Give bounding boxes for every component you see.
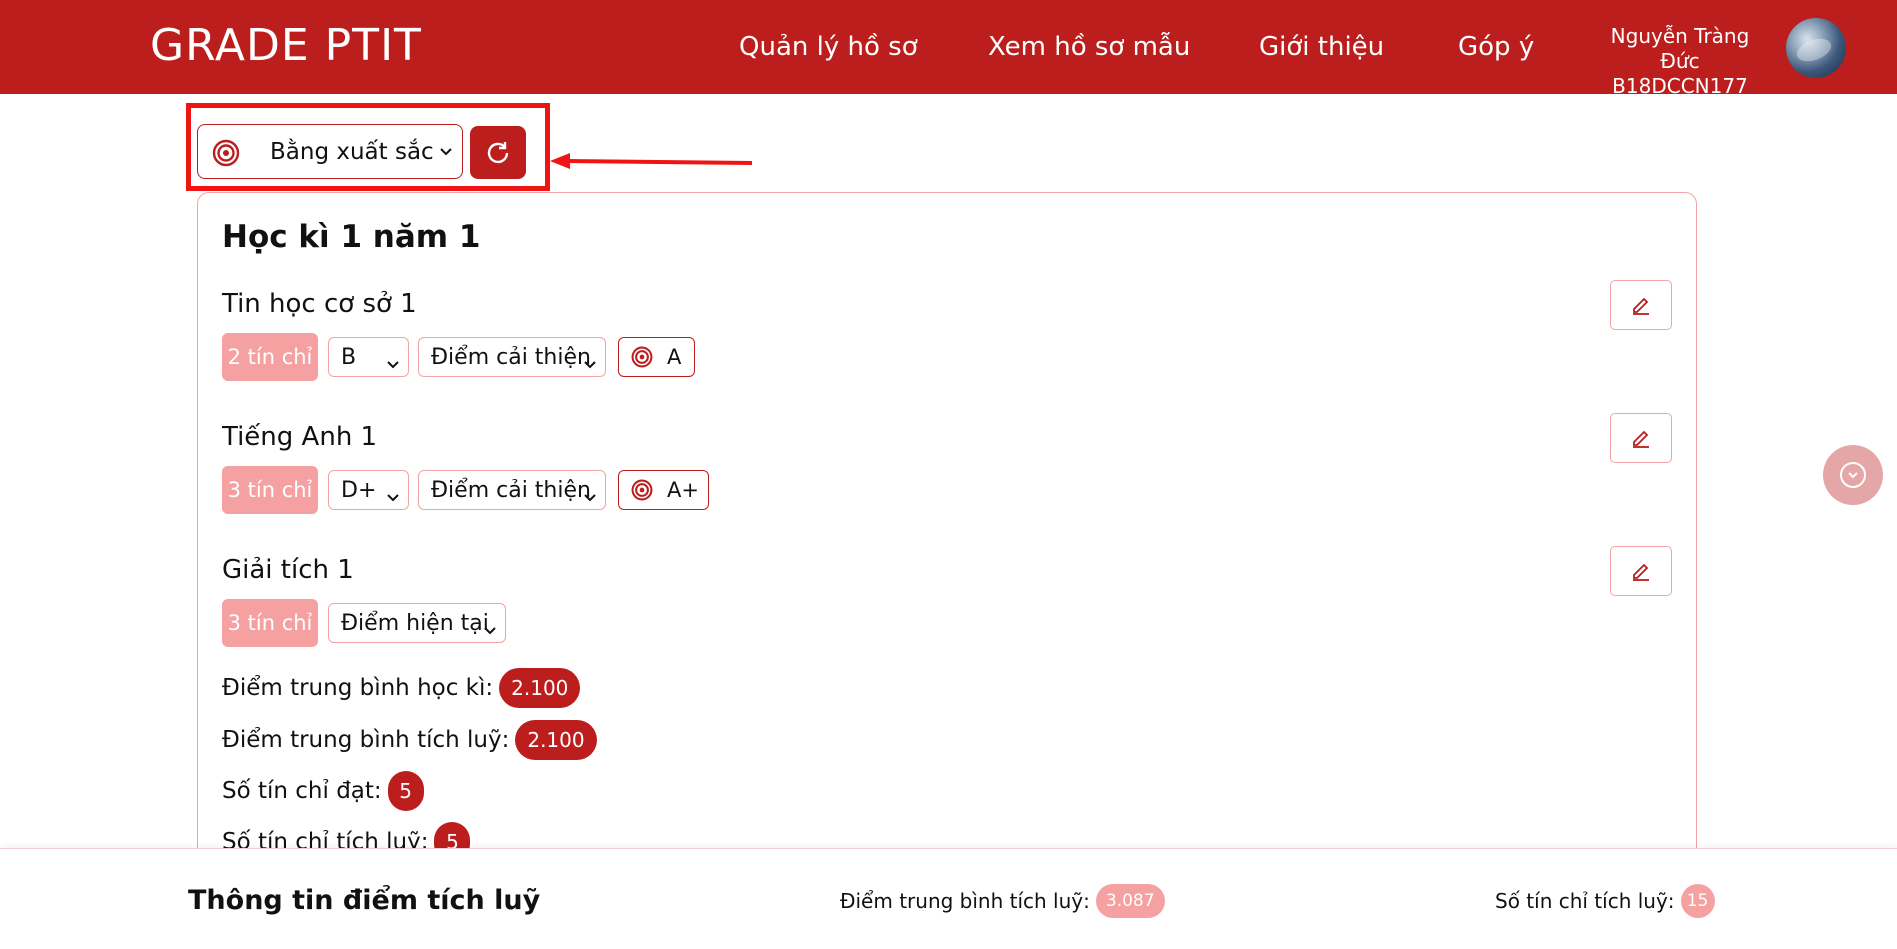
cumulative-gpa-badge: 2.100 <box>515 720 597 760</box>
footer-cumulative-credits: Số tín chỉ tích luỹ: 15 <box>1495 884 1715 918</box>
mode-select-value: Điểm cải thiện <box>431 477 591 503</box>
target-icon <box>212 139 240 171</box>
pencil-icon <box>1633 563 1649 581</box>
chevron-down-icon <box>483 618 497 643</box>
footer-title: Thông tin điểm tích luỹ <box>188 885 541 916</box>
avatar[interactable] <box>1786 18 1846 78</box>
mode-select[interactable]: Điểm cải thiện <box>418 470 606 510</box>
target-icon <box>631 346 653 368</box>
nav-sample-profile[interactable]: Xem hồ sơ mẫu <box>988 32 1190 62</box>
grade-select[interactable]: D+ <box>328 470 409 510</box>
credit-chip: 3 tín chỉ <box>222 599 318 647</box>
refresh-icon <box>487 141 509 163</box>
user-name: Nguyễn Tràng Đức <box>1610 24 1750 73</box>
footer-gpa-label: Điểm trung bình tích luỹ: <box>840 889 1090 913</box>
goal-select[interactable]: Bằng xuất sắc <box>197 124 463 179</box>
credits-passed: Số tín chỉ đạt: 5 <box>222 771 424 811</box>
mode-select[interactable]: Điểm hiện tại <box>328 603 506 643</box>
target-grade-value: A <box>667 345 682 369</box>
edit-button[interactable] <box>1610 280 1672 330</box>
credit-chip: 2 tín chỉ <box>222 333 318 381</box>
scroll-down-button[interactable] <box>1823 445 1883 505</box>
subject-name: Tin học cơ sở 1 <box>222 289 417 319</box>
chevron-down-icon <box>583 485 597 510</box>
mode-select-value: Điểm cải thiện <box>431 344 591 370</box>
mode-select[interactable]: Điểm cải thiện <box>418 337 606 377</box>
footer-credits-label: Số tín chỉ tích luỹ: <box>1495 889 1675 913</box>
nav-manage-profile[interactable]: Quản lý hồ sơ <box>739 32 918 62</box>
credit-chip: 3 tín chỉ <box>222 466 318 514</box>
target-grade-value: A+ <box>667 478 699 502</box>
chevron-down-icon <box>1840 462 1866 488</box>
credits-passed-label: Số tín chỉ đạt: <box>222 778 382 804</box>
cumulative-gpa-label: Điểm trung bình tích luỹ: <box>222 727 510 753</box>
pencil-icon <box>1633 297 1649 315</box>
edit-button[interactable] <box>1610 546 1672 596</box>
annotation-arrow <box>550 153 753 169</box>
goal-select-value: Bằng xuất sắc <box>270 139 434 165</box>
grade-select-value: D+ <box>341 477 377 503</box>
user-id: B18DCCN177 <box>1612 74 1748 98</box>
footer-cumulative-gpa: Điểm trung bình tích luỹ: 3.087 <box>840 884 1165 918</box>
summary-footer: Thông tin điểm tích luỹ Điểm trung bình … <box>0 848 1897 949</box>
grade-select-value: B <box>341 344 357 370</box>
chevron-down-icon <box>438 143 454 163</box>
target-grade-pill[interactable]: A <box>618 337 695 377</box>
semester-gpa-label: Điểm trung bình học kì: <box>222 675 494 701</box>
subject-name: Tiếng Anh 1 <box>222 422 378 452</box>
edit-button[interactable] <box>1610 413 1672 463</box>
footer-gpa-badge: 3.087 <box>1095 884 1165 918</box>
subject-name: Giải tích 1 <box>222 555 354 585</box>
semester-title: Học kì 1 năm 1 <box>222 219 481 255</box>
target-icon <box>631 479 653 501</box>
nav-about[interactable]: Giới thiệu <box>1259 32 1384 62</box>
top-navbar: GRADE PTIT Quản lý hồ sơ Xem hồ sơ mẫu G… <box>0 0 1897 98</box>
mode-select-value: Điểm hiện tại <box>341 610 489 636</box>
user-info[interactable]: Nguyễn Tràng Đức B18DCCN177 <box>1590 24 1770 99</box>
semester-gpa-badge: 2.100 <box>499 668 581 708</box>
chevron-down-icon <box>386 352 400 377</box>
grade-select[interactable]: B <box>328 337 409 377</box>
semester-card: Học kì 1 năm 1 Tin học cơ sở 1 2 tín chỉ… <box>197 192 1697 892</box>
credits-passed-badge: 5 <box>387 771 424 811</box>
footer-credits-badge: 15 <box>1680 884 1715 918</box>
semester-gpa: Điểm trung bình học kì: 2.100 <box>222 668 581 708</box>
brand-logo[interactable]: GRADE PTIT <box>150 20 422 71</box>
refresh-button[interactable] <box>470 126 526 179</box>
nav-feedback[interactable]: Góp ý <box>1458 32 1534 62</box>
cumulative-gpa: Điểm trung bình tích luỹ: 2.100 <box>222 720 597 760</box>
pencil-icon <box>1633 430 1649 448</box>
chevron-down-icon <box>386 485 400 510</box>
target-grade-pill[interactable]: A+ <box>618 470 709 510</box>
chevron-down-icon <box>583 352 597 377</box>
